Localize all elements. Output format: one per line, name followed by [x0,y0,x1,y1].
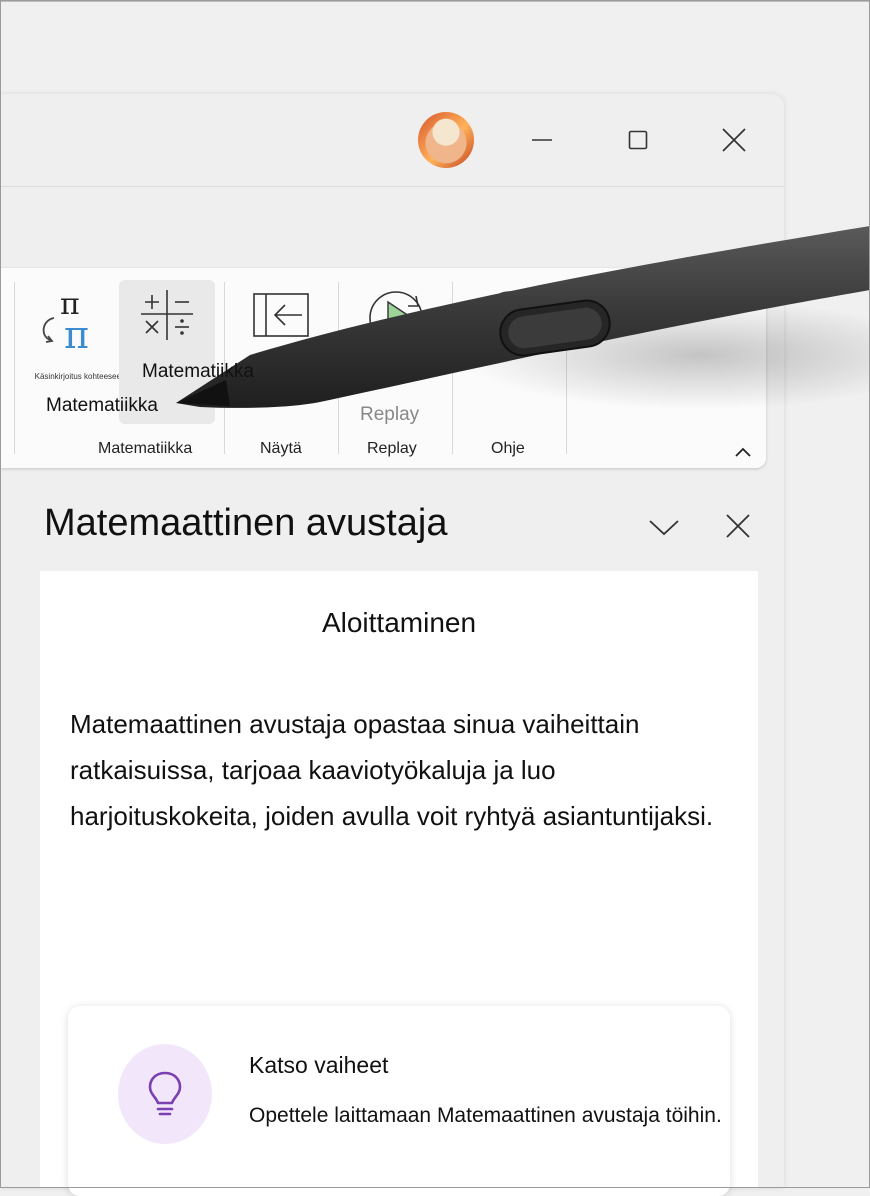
panel-description: Matemaattinen avustaja opastaa sinua vai… [70,709,714,831]
ink-to-math-icon: π π [42,287,89,356]
ribbon-divider [338,282,339,454]
math-button-label: Matematiikka [46,395,158,416]
help-button[interactable] [470,280,556,420]
frame-edge [0,0,870,2]
ribbon-divider [452,282,453,454]
avatar[interactable] [418,112,474,168]
group-label-show: Näytä [260,440,302,457]
svg-text:π: π [64,313,89,356]
close-icon [726,514,750,538]
help-icon [483,291,537,345]
math-button-tooltip: Matematiikka [142,361,254,382]
close-window-button[interactable] [714,122,754,158]
group-label-replay: Replay [367,440,417,457]
replay-button[interactable]: Replay [356,280,442,425]
minimize-icon [532,139,552,141]
ribbon-divider [566,282,567,454]
card-title: Katso vaiheet [249,1052,389,1078]
close-icon [722,128,746,152]
ink-to-math-label: Käsinkirjoitus kohteeseen [34,372,126,381]
replay-icon [369,291,423,345]
panel-heading: Aloittaminen [321,607,477,638]
collapse-ribbon-button[interactable] [733,444,753,460]
card-icon-badge [118,1044,212,1144]
ribbon-divider [14,282,15,454]
chevron-up-icon [735,447,751,457]
group-label-help: Ohje [491,440,525,457]
pane-options-button[interactable] [644,510,684,544]
math-operators-icon [141,290,193,340]
group-label-math: Matematiikka [98,440,193,457]
lightbulb-icon [148,1071,182,1116]
see-steps-card[interactable]: Katso vaiheet Opettele laittamaan Matema… [68,1006,730,1196]
pane-title: Matemaattinen avustaja [44,502,448,544]
maximize-icon [628,130,648,150]
minimize-button[interactable] [522,122,562,158]
tab-separator [0,186,784,187]
ribbon: π π Käsinkirjoitus kohteeseen Replay Mat… [0,268,766,468]
maximize-button[interactable] [618,122,658,158]
title-bar [0,94,784,186]
card-description: Opettele laittamaan Matemaattinen avusta… [249,1104,722,1127]
pane-close-button[interactable] [718,508,758,544]
panel-arrow-icon [253,293,309,337]
replay-button-label: Replay [360,404,420,425]
chevron-down-icon [649,520,679,536]
